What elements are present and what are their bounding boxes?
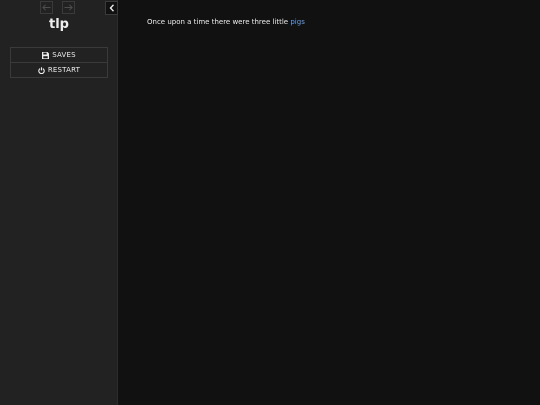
arrow-right-icon <box>64 4 73 11</box>
floppy-disk-icon <box>42 51 50 59</box>
passage-text: Once upon a time there were three little… <box>147 17 305 27</box>
ui-bar: tlp SAVES RESTART <box>0 0 118 405</box>
restart-button[interactable]: RESTART <box>10 63 108 78</box>
arrow-left-icon <box>42 4 51 11</box>
passage-body: Once upon a time there were three little <box>147 18 289 26</box>
history-backward-button[interactable] <box>40 1 53 14</box>
passage-link-pigs[interactable]: pigs <box>290 18 304 26</box>
story-title: tlp <box>49 17 69 32</box>
history-controls <box>40 1 75 14</box>
history-forward-button[interactable] <box>62 1 75 14</box>
saves-button[interactable]: SAVES <box>10 47 108 63</box>
story-menu: SAVES RESTART <box>10 47 108 78</box>
story-app: tlp SAVES RESTART Once upon a time there… <box>0 0 540 405</box>
restart-label: RESTART <box>47 66 81 74</box>
chevron-left-icon <box>109 4 114 12</box>
power-icon <box>38 66 45 74</box>
saves-label: SAVES <box>52 51 76 59</box>
ui-bar-toggle-button[interactable] <box>105 1 118 15</box>
